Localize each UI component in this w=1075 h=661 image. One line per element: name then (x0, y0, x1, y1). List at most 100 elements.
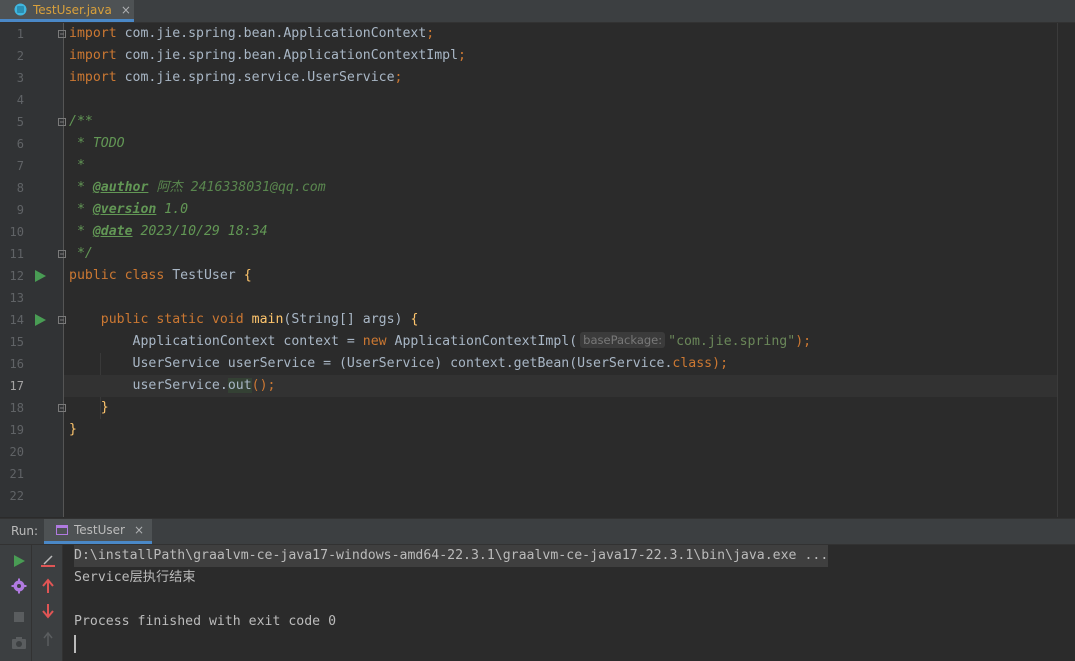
toolbar-divider (31, 545, 32, 661)
scroll-top-icon[interactable] (40, 631, 56, 647)
code-line: 22 (0, 485, 1075, 507)
editor-tab-bar: TestUser.java × (0, 0, 1075, 23)
code-line: 9 * @version 1.0 (0, 199, 1075, 221)
method-name-main: main (251, 312, 284, 327)
run-gutter-icon[interactable] (34, 314, 46, 326)
run-tool-window: Run: TestUser × D:\installPath\graalvm-c… (0, 518, 1075, 661)
line-number: 11 (9, 247, 24, 261)
line-number: 22 (9, 489, 24, 503)
code-line: 11 */ (0, 243, 1075, 265)
brace: } (100, 400, 109, 415)
java-class-icon (14, 3, 27, 16)
keyword-import: import (69, 26, 117, 41)
clear-icon[interactable] (40, 553, 56, 569)
doc-version-text: 1.0 (156, 202, 189, 217)
code-line: 16 UserService userService = (UserServic… (0, 353, 1075, 375)
line-number: 12 (9, 269, 24, 283)
context-declaration: ApplicationContext context = (132, 334, 363, 349)
settings-icon[interactable] (11, 578, 27, 594)
parameter-hint: basePackage: (580, 332, 666, 348)
line-number: 9 (16, 203, 24, 217)
code-line: 20 (0, 441, 1075, 463)
statement-end: ); (712, 356, 729, 371)
code-line: 1 import com.jie.spring.bean.Application… (0, 23, 1075, 45)
doc-tag-date: @date (92, 224, 133, 239)
run-tab-testuser[interactable]: TestUser × (44, 519, 152, 544)
doc-tag-version: @version (92, 202, 157, 217)
code-line: 21 (0, 463, 1075, 485)
line-number: 2 (16, 49, 24, 63)
keyword-public-class: public class (69, 268, 165, 283)
class-name: TestUser (164, 268, 244, 283)
line-number: 10 (9, 225, 24, 239)
line-number: 17 (9, 379, 24, 393)
code-line: 18 } (0, 397, 1075, 419)
scroll-up-icon[interactable] (40, 578, 56, 594)
line-number: 15 (9, 335, 24, 349)
semicolon: ; (458, 48, 466, 63)
doc-comment: /** (69, 114, 93, 129)
line-number: 19 (9, 423, 24, 437)
run-gutter-icon[interactable] (34, 270, 46, 282)
constructor-call: ApplicationContextImpl( (386, 334, 578, 349)
code-line: 12 public class TestUser { (0, 265, 1075, 287)
doc-star: * (69, 202, 93, 217)
doc-comment: * TODO (69, 136, 125, 151)
doc-star: * (69, 224, 93, 239)
line-number: 1 (16, 27, 24, 41)
doc-comment: * (69, 158, 85, 173)
rerun-icon[interactable] (11, 553, 27, 569)
doc-author-text: 阿杰 2416338031@qq.com (148, 180, 326, 195)
close-icon[interactable]: × (134, 523, 144, 537)
editor-tab-label: TestUser.java (33, 2, 112, 17)
console-line: Process finished with exit code 0 (74, 614, 337, 629)
line-number: 8 (16, 181, 24, 195)
console-caret (74, 635, 76, 653)
line-number: 21 (9, 467, 24, 481)
brace: { (243, 268, 252, 283)
brace: { (410, 312, 419, 327)
console-output[interactable]: D:\installPath\graalvm-ce-java17-windows… (63, 545, 1075, 661)
object-ref: userService. (132, 378, 228, 393)
code-line: 4 (0, 89, 1075, 111)
editor-tab-testuser[interactable]: TestUser.java × (0, 0, 134, 22)
line-number: 18 (9, 401, 24, 415)
code-editor[interactable]: 1 import com.jie.spring.bean.Application… (0, 23, 1075, 517)
line-number: 7 (16, 159, 24, 173)
code-line: 14 public static void main(String[] args… (0, 309, 1075, 331)
keyword-import: import (69, 48, 117, 63)
stop-icon[interactable] (11, 609, 27, 625)
line-number: 13 (9, 291, 24, 305)
statement-end: (); (251, 378, 276, 393)
import-path: com.jie.spring.bean.ApplicationContext (116, 26, 427, 41)
semicolon: ; (426, 26, 435, 41)
code-line: 8 * @author 阿杰 2416338031@qq.com (0, 177, 1075, 199)
statement-end: ); (795, 334, 812, 349)
console-line: Service层执行结束 (74, 570, 196, 585)
string-literal: "com.jie.spring" (668, 334, 796, 349)
line-number: 6 (16, 137, 24, 151)
line-number: 20 (9, 445, 24, 459)
line-number: 14 (9, 313, 24, 327)
run-tab-label: TestUser (74, 523, 125, 537)
brace: } (69, 422, 77, 437)
code-line: 7 * (0, 155, 1075, 177)
scroll-down-icon[interactable] (40, 603, 56, 619)
keyword-public-static-void: public static void (100, 312, 244, 327)
code-line: 3 import com.jie.spring.service.UserServ… (0, 67, 1075, 89)
code-line-current: 17 userService.out(); (0, 375, 1075, 397)
doc-tag-author: @author (92, 180, 149, 195)
import-path: com.jie.spring.bean.ApplicationContextIm… (116, 48, 459, 63)
code-line: 10 * @date 2023/10/29 18:34 (0, 221, 1075, 243)
code-line: 6 * TODO (0, 133, 1075, 155)
close-icon[interactable]: × (121, 3, 131, 17)
method-params: (String[] args) (283, 312, 411, 327)
line-number: 5 (16, 115, 24, 129)
console-command-line[interactable]: D:\installPath\graalvm-ce-java17-windows… (74, 545, 829, 567)
code-line: 19 } (0, 419, 1075, 441)
code-line: 15 ApplicationContext context = new Appl… (0, 331, 1075, 353)
semicolon: ; (394, 70, 403, 85)
doc-date-text: 2023/10/29 18:34 (132, 224, 268, 239)
camera-icon[interactable] (11, 635, 27, 651)
